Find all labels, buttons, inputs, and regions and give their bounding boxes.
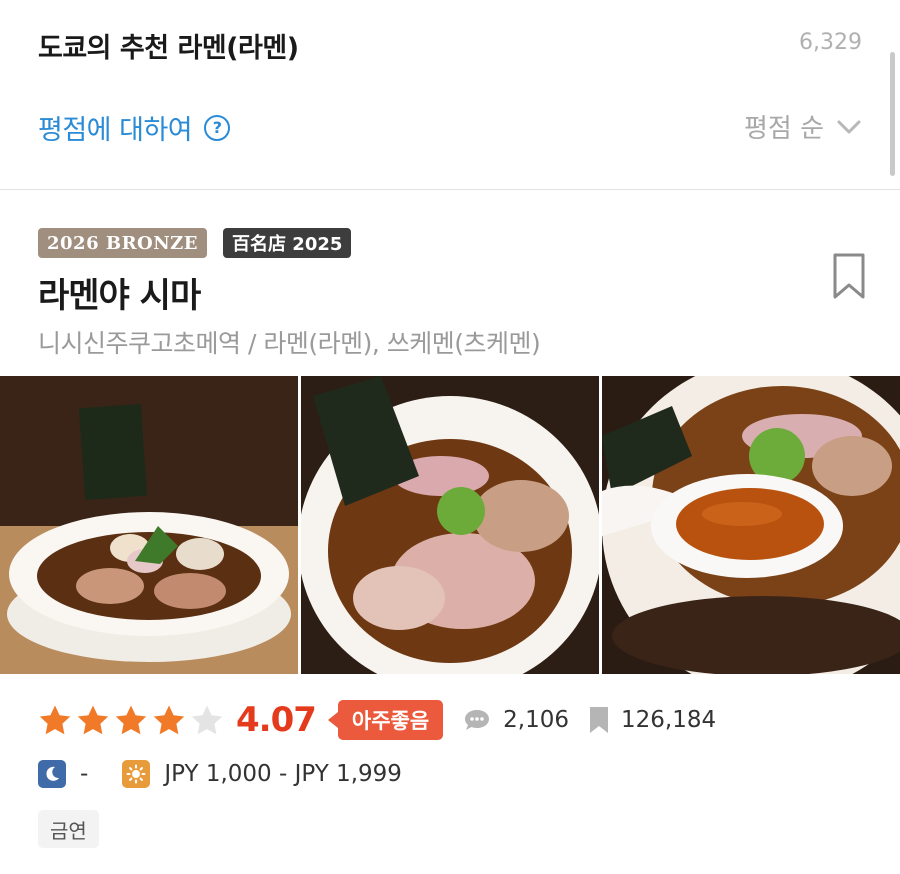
tag-non-smoking: 금연: [38, 810, 99, 848]
food-photo-3[interactable]: [602, 376, 900, 674]
speech-bubble-icon: [465, 710, 490, 730]
restaurant-meta: 니시신주쿠고초메역 / 라멘(라멘), 쓰케멘(츠케멘): [38, 329, 541, 358]
save-count-stat[interactable]: 126,184: [589, 706, 716, 734]
restaurant-name[interactable]: 라멘야 시마: [38, 268, 201, 317]
star-icon: [38, 704, 72, 736]
food-photo-2[interactable]: [301, 376, 599, 674]
star-icon: [152, 704, 186, 736]
star-rating: [38, 704, 224, 736]
award-badges: 2026 BRONZE 百名店 2025: [38, 228, 352, 258]
page-title: 도쿄의 추천 라멘(라멘): [38, 33, 299, 64]
bookmark-outline-icon: [833, 253, 865, 299]
bookmark-icon: [590, 707, 609, 733]
question-circle-icon: ?: [204, 114, 231, 141]
dinner-price: -: [80, 761, 89, 787]
star-icon: [190, 704, 224, 736]
photo-gallery: [0, 376, 900, 674]
sun-icon: [122, 760, 151, 788]
lunch-price: JPY 1,000 - JPY 1,999: [164, 761, 402, 787]
bookmark-button[interactable]: [832, 252, 866, 302]
result-count: 6,329: [799, 30, 862, 55]
rating-about-link[interactable]: 평점에 대하여 ?: [38, 108, 231, 147]
chevron-down-icon: [837, 120, 861, 133]
food-photo-1[interactable]: [0, 376, 298, 674]
scrollbar[interactable]: [890, 52, 895, 176]
grade-badge: 아주좋음: [327, 700, 444, 740]
list-header: 도쿄의 추천 라멘(라멘) 6,329 평점에 대하여 ? 평점 순: [0, 0, 900, 190]
price-row: - JPY 1,000 - JPY 1,999: [38, 760, 402, 788]
award-bronze-badge: 2026 BRONZE: [38, 228, 208, 258]
hyakumeiten-badge: 百名店 2025: [223, 228, 352, 258]
moon-icon: [38, 760, 66, 788]
review-count: 2,106: [503, 707, 570, 733]
sort-label: 평점 순: [743, 114, 824, 144]
star-icon: [114, 704, 148, 736]
review-count-stat[interactable]: 2,106: [463, 707, 569, 733]
rating-row: 4.07 아주좋음 2,106 126,184: [38, 700, 716, 740]
save-count: 126,184: [621, 707, 717, 733]
rating-about-label: 평점에 대하여: [38, 115, 193, 146]
sort-dropdown[interactable]: 평점 순: [744, 108, 862, 145]
rating-score: 4.07: [236, 700, 317, 740]
star-icon: [76, 704, 110, 736]
